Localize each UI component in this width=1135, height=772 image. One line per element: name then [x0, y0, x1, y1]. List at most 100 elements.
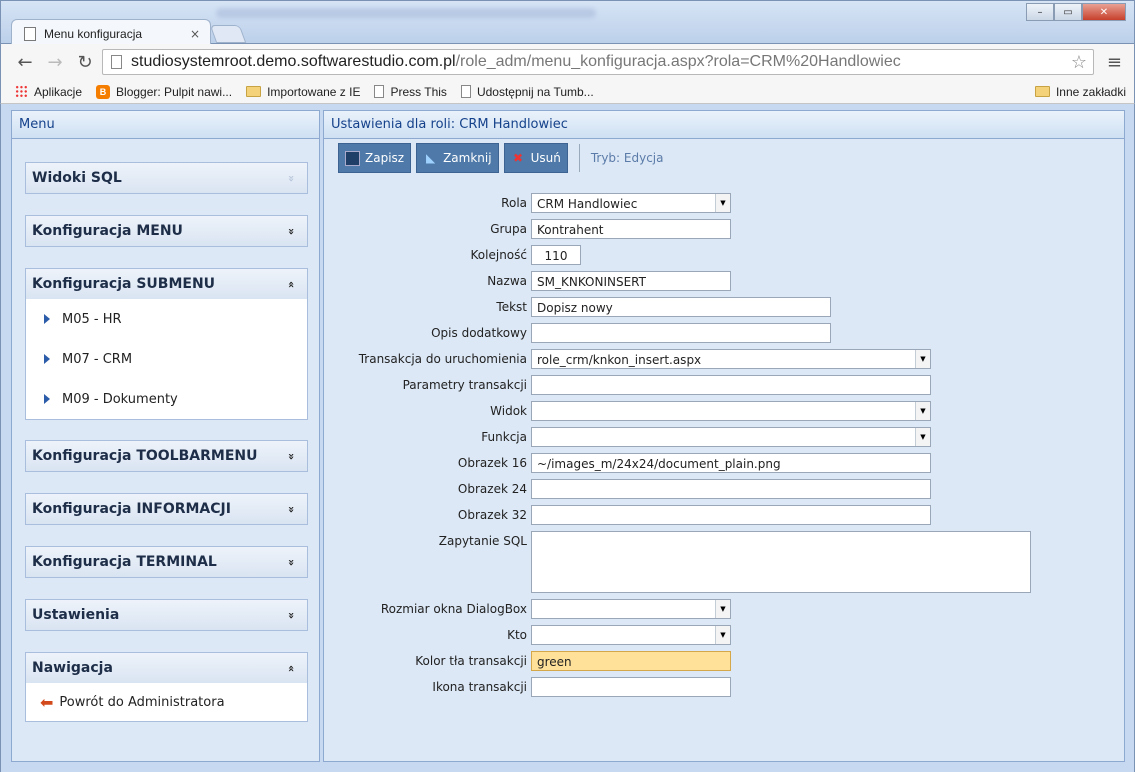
chevron-up-icon[interactable]: « [285, 280, 298, 287]
page-icon [374, 85, 385, 98]
back-to-admin-link[interactable]: ⬅ Powrót do Administratora [26, 685, 307, 719]
browser-menu-icon[interactable]: ≡ [1107, 52, 1122, 73]
row-funkcja: Funkcja ▼ [324, 427, 1124, 449]
row-rola: Rola CRM Handlowiec ▼ [324, 193, 1124, 215]
kolor-label: Kolor tła transakcji [415, 654, 527, 668]
section-body: M05 - HR M07 - CRM M09 - Dokumenty [26, 299, 307, 419]
triangle-right-icon [44, 394, 50, 404]
apps-icon [15, 85, 28, 98]
widok-select[interactable]: ▼ [531, 401, 931, 421]
settings-panel-title: Ustawienia dla roli: CRM Handlowiec [324, 111, 1124, 139]
tekst-input[interactable]: Dopisz nowy [531, 297, 831, 317]
submenu-item-label: M05 - HR [62, 311, 122, 327]
section-header[interactable]: Konfiguracja TERMINAL » [26, 547, 307, 577]
back-button[interactable]: ← [13, 51, 37, 73]
bookmark-blogger[interactable]: B Blogger: Pulpit nawi... [96, 84, 232, 99]
section-header[interactable]: Konfiguracja SUBMENU « [26, 269, 307, 299]
delete-button[interactable]: ✖ Usuń [503, 143, 568, 173]
section-konfiguracja-submenu: Konfiguracja SUBMENU « M05 - HR M07 - CR… [25, 268, 308, 420]
dropdown-arrow-icon[interactable]: ▼ [915, 428, 930, 446]
bookmark-tumblr[interactable]: Udostępnij na Tumb... [460, 85, 594, 99]
forward-button[interactable]: → [43, 51, 67, 73]
zapytanie-sql-textarea[interactable] [531, 531, 1031, 593]
obrazek16-input[interactable]: ~/images_m/24x24/document_plain.png [531, 453, 931, 473]
row-ikona: Ikona transakcji [324, 677, 1124, 699]
funkcja-select[interactable]: ▼ [531, 427, 931, 447]
section-header[interactable]: Konfiguracja TOOLBARMENU » [26, 441, 307, 471]
section-header[interactable]: Widoki SQL » [26, 163, 307, 193]
url-path: /role_adm/menu_konfiguracja.aspx?rola=CR… [455, 53, 901, 70]
triangle-right-icon [44, 354, 50, 364]
bookmark-star-icon[interactable]: ☆ [1071, 52, 1087, 73]
dropdown-arrow-icon[interactable]: ▼ [915, 350, 930, 368]
kolor-input[interactable]: green [531, 651, 731, 671]
nazwa-input[interactable]: SM_KNKONINSERT [531, 271, 731, 291]
tab-close-icon[interactable]: × [190, 27, 200, 41]
tab-title: Menu konfiguracja [44, 26, 143, 41]
parametry-input[interactable] [531, 375, 931, 395]
row-obrazek32: Obrazek 32 [324, 505, 1124, 527]
opis-input[interactable] [531, 323, 831, 343]
chevron-up-icon[interactable]: « [285, 664, 298, 671]
other-bookmarks[interactable]: Inne zakładki [1034, 84, 1126, 99]
row-kolejnosc: Kolejność 110 [324, 245, 1124, 267]
row-parametry: Parametry transakcji [324, 375, 1124, 397]
section-header[interactable]: Nawigacja « [26, 653, 307, 683]
address-bar[interactable]: studiosystemroot.demo.softwarestudio.com… [102, 49, 1094, 75]
new-tab-button[interactable] [209, 25, 247, 43]
obrazek32-input[interactable] [531, 505, 931, 525]
kto-select[interactable]: ▼ [531, 625, 731, 645]
obrazek24-input[interactable] [531, 479, 931, 499]
toolbar-separator [578, 144, 580, 172]
kolejnosc-label: Kolejność [470, 248, 527, 262]
submenu-item-m05[interactable]: M05 - HR [26, 299, 307, 339]
section-header[interactable]: Konfiguracja INFORMACJI » [26, 494, 307, 524]
bookmark-label: Inne zakładki [1055, 84, 1126, 99]
delete-label: Usuń [530, 151, 561, 165]
chevron-down-icon[interactable]: » [285, 227, 298, 234]
section-title: Konfiguracja INFORMACJI [32, 501, 231, 517]
browser-tab-active[interactable]: Menu konfiguracja × [11, 19, 211, 47]
close-window-button[interactable]: ✕ [1082, 3, 1126, 21]
dropdown-arrow-icon[interactable]: ▼ [715, 626, 730, 644]
reload-button[interactable]: ↻ [73, 51, 97, 73]
kolejnosc-input[interactable]: 110 [531, 245, 581, 265]
grupa-input[interactable]: Kontrahent [531, 219, 731, 239]
submenu-item-m09[interactable]: M09 - Dokumenty [26, 379, 307, 419]
bookmark-label: Importowane z IE [267, 84, 361, 99]
rola-select[interactable]: CRM Handlowiec ▼ [531, 193, 731, 213]
submenu-item-m07[interactable]: M07 - CRM [26, 339, 307, 379]
minimize-button[interactable]: – [1026, 3, 1054, 21]
chevron-down-icon[interactable]: » [285, 452, 298, 459]
save-button[interactable]: Zapisz [338, 143, 412, 173]
tekst-label: Tekst [496, 300, 527, 314]
dropdown-arrow-icon[interactable]: ▼ [715, 600, 730, 618]
bookmark-imported-ie[interactable]: Importowane z IE [246, 85, 360, 99]
chevron-down-icon[interactable]: » [285, 558, 298, 565]
ikona-input[interactable] [531, 677, 731, 697]
rozmiar-label: Rozmiar okna DialogBox [380, 602, 527, 616]
section-header[interactable]: Ustawienia » [26, 600, 307, 630]
save-label: Zapisz [365, 151, 405, 165]
close-button[interactable]: ◣ Zamknij [416, 143, 499, 173]
bookmark-press-this[interactable]: Press This [374, 84, 447, 99]
chevron-down-icon[interactable]: » [285, 505, 298, 512]
dropdown-arrow-icon[interactable]: ▼ [915, 402, 930, 420]
chevron-down-icon[interactable]: » [285, 174, 298, 181]
row-rozmiar: Rozmiar okna DialogBox ▼ [324, 599, 1124, 621]
transakcja-select[interactable]: role_crm/knkon_insert.aspx ▼ [531, 349, 931, 369]
chevron-down-icon[interactable]: » [285, 611, 298, 618]
funkcja-label: Funkcja [481, 430, 527, 444]
floppy-disk-icon [345, 150, 360, 166]
section-header[interactable]: Konfiguracja MENU » [26, 216, 307, 246]
rozmiar-select[interactable]: ▼ [531, 599, 731, 619]
row-tekst: Tekst Dopisz nowy [324, 297, 1124, 319]
blogger-icon: B [96, 84, 111, 99]
dropdown-arrow-icon[interactable]: ▼ [715, 194, 730, 212]
maximize-button[interactable]: ▭ [1054, 3, 1082, 21]
settings-panel: Ustawienia dla roli: CRM Handlowiec Zapi… [323, 110, 1125, 762]
section-konfiguracja-toolbarmenu: Konfiguracja TOOLBARMENU » [25, 440, 308, 472]
bookmark-apps[interactable]: Aplikacje [15, 85, 82, 99]
bookmark-label: Press This [390, 84, 447, 99]
menu-panel: Menu Widoki SQL » Konfiguracja MENU » Ko… [11, 110, 320, 762]
